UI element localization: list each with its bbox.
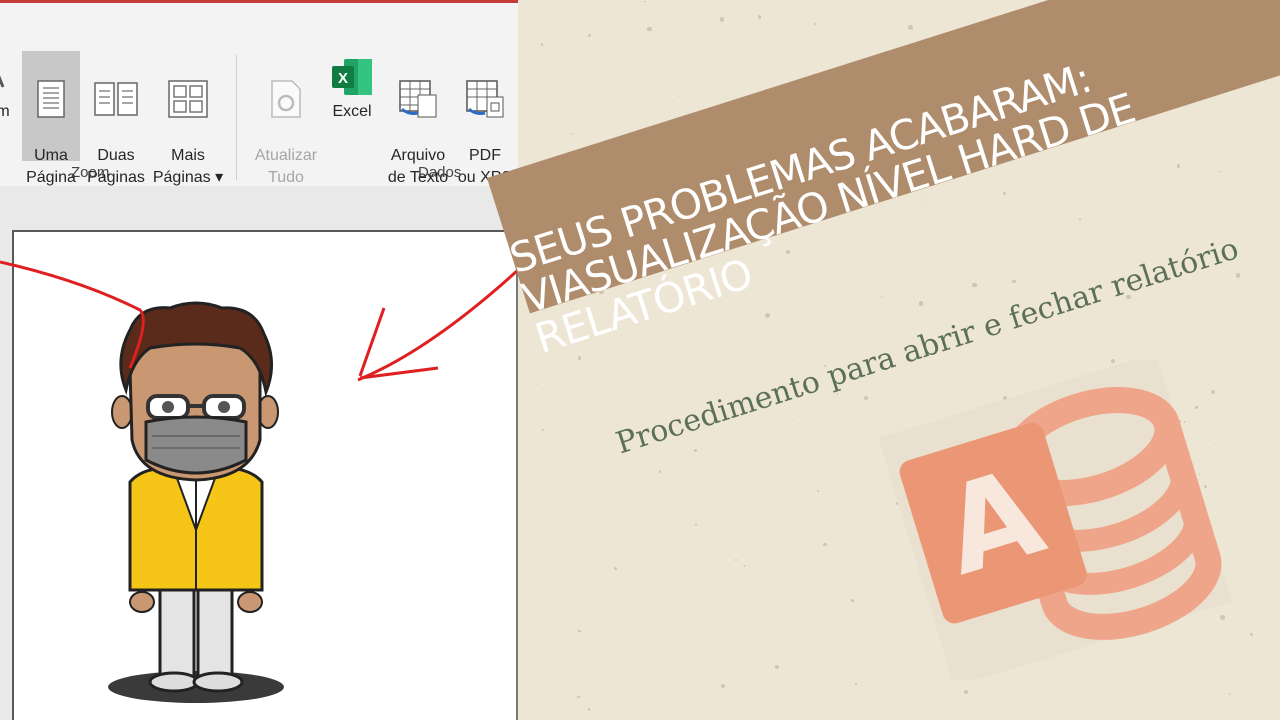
background-speck — [855, 683, 857, 685]
background-speck — [791, 418, 793, 420]
zoom-button-label: m — [0, 103, 10, 120]
background-speck — [693, 448, 697, 452]
text-file-export-icon — [399, 80, 437, 118]
background-speck — [964, 689, 969, 694]
text-file-export-button[interactable]: Arquivo de Texto — [382, 51, 454, 186]
refresh-all-button[interactable]: Atualizar Tudo — [248, 51, 324, 186]
face-mask — [144, 415, 248, 475]
refresh-all-label: Atualizar Tudo — [254, 147, 318, 186]
group-separator — [236, 55, 237, 180]
pdf-xps-export-icon — [466, 80, 504, 118]
zoom-button-partial[interactable]: m — [0, 51, 14, 161]
access-print-preview-screenshot: m Uma Página Duas Páginas Mais Páginas ▾… — [0, 0, 518, 720]
background-speck — [1235, 273, 1241, 278]
excel-export-label: Excel — [332, 103, 372, 120]
one-page-button[interactable]: Uma Página — [22, 51, 80, 186]
background-speck — [1012, 279, 1016, 284]
excel-export-button[interactable]: X Excel — [328, 51, 376, 161]
background-speck — [798, 333, 800, 336]
more-pages-icon — [168, 80, 208, 118]
background-speck — [588, 34, 591, 37]
zoom-group-label: Zoom — [71, 164, 110, 181]
background-speck — [647, 26, 652, 32]
excel-icon: X — [332, 59, 372, 95]
access-logo-icon: A — [878, 360, 1232, 680]
background-speck — [757, 15, 761, 19]
background-speck — [1219, 170, 1221, 172]
background-speck — [1090, 322, 1093, 324]
background-speck — [1176, 164, 1181, 168]
more-pages-button[interactable]: Mais Páginas ▾ — [150, 51, 226, 186]
two-pages-button[interactable]: Duas Páginas — [84, 51, 148, 186]
zoom-icon — [0, 75, 5, 88]
two-pages-icon — [94, 82, 138, 116]
background-speck — [576, 695, 580, 699]
red-annotation-arrows — [0, 260, 518, 382]
svg-text:X: X — [338, 70, 348, 87]
one-page-icon — [37, 80, 65, 118]
print-preview-ribbon: m Uma Página Duas Páginas Mais Páginas ▾… — [0, 0, 518, 189]
more-pages-label: Mais Páginas ▾ — [152, 147, 224, 186]
background-speck — [644, 0, 646, 3]
refresh-all-icon — [271, 80, 301, 118]
background-speck — [571, 133, 573, 135]
background-speck — [823, 542, 827, 546]
one-page-label: Uma Página — [26, 147, 76, 186]
data-group-label: Dados — [418, 164, 462, 181]
background-speck — [540, 43, 544, 46]
pdf-xps-export-button[interactable]: PDF ou XPS — [456, 51, 514, 186]
